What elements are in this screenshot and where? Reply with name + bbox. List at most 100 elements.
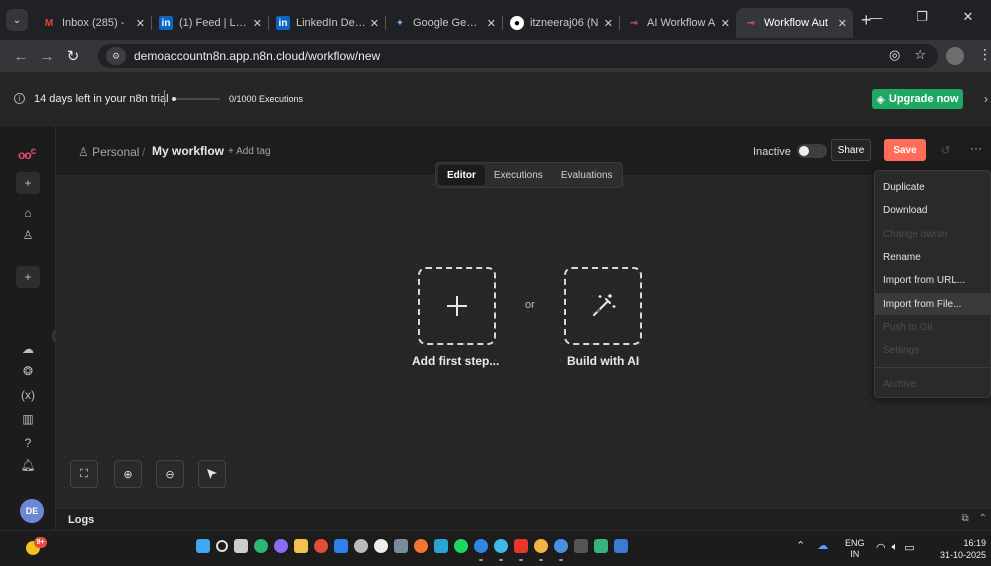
chrome-icon[interactable] — [554, 539, 568, 561]
chevron-up-icon[interactable]: ⌃ — [796, 539, 805, 552]
task-view-icon[interactable] — [234, 539, 248, 553]
browser-tab-linkedin-dev[interactable]: in LinkedIn Deve ✕ — [268, 8, 385, 38]
eye-off-icon[interactable]: ◎ — [889, 47, 900, 63]
notifications-bell-icon[interactable]: 🔔︎ — [16, 454, 40, 476]
onedrive-icon[interactable]: ☁ — [817, 539, 828, 552]
tab-executions[interactable]: Executions — [485, 165, 552, 185]
browser-tab-ai-workflow[interactable]: ⊸ AI Workflow A ✕ — [619, 8, 736, 38]
chevron-right-icon[interactable]: › — [984, 92, 988, 106]
share-button[interactable]: Share — [831, 139, 871, 161]
zoom-in-button[interactable]: ⊕ — [114, 460, 142, 488]
more-options-icon[interactable]: ··· — [970, 141, 982, 155]
quick-settings[interactable]: ◠ 🔈︎ ▭ — [876, 541, 915, 554]
browser-menu-icon[interactable]: ⋮ — [978, 46, 991, 63]
chrome-icon[interactable] — [314, 539, 328, 553]
history-icon[interactable]: ↺ — [941, 144, 950, 157]
notepad-icon[interactable] — [614, 539, 628, 553]
close-icon[interactable]: ✕ — [370, 17, 379, 30]
add-project-button[interactable]: + — [16, 266, 40, 288]
profile-avatar-icon[interactable] — [946, 47, 964, 65]
chrome-icon[interactable] — [534, 539, 548, 561]
close-icon[interactable]: ✕ — [838, 17, 847, 30]
help-icon[interactable]: ? — [16, 432, 40, 454]
bookmark-star-icon[interactable]: ☆ — [914, 47, 926, 63]
browser-tab-gemini[interactable]: ✦ Google Gemin ✕ — [385, 8, 502, 38]
browser-tab-gmail[interactable]: M Inbox (285) - ✕ — [34, 8, 151, 38]
close-icon[interactable]: ✕ — [253, 17, 262, 30]
app-icon[interactable] — [514, 539, 528, 561]
search-icon[interactable] — [216, 540, 228, 552]
workflow-name[interactable]: My workflow — [152, 144, 224, 158]
menu-item-rename[interactable]: Rename — [875, 246, 991, 268]
app-icon[interactable] — [594, 539, 608, 553]
add-first-step-button[interactable] — [418, 267, 496, 345]
reload-icon[interactable]: ↻ — [60, 47, 86, 65]
spotify-icon[interactable] — [454, 539, 468, 553]
language-indicator[interactable]: ENG IN — [845, 538, 865, 560]
restore-icon[interactable]: ❐ — [899, 9, 945, 25]
edge-icon[interactable] — [254, 539, 268, 553]
insights-icon[interactable]: ▥ — [16, 408, 40, 430]
close-icon[interactable]: ✕ — [136, 17, 145, 30]
tab-editor[interactable]: Editor — [438, 165, 485, 185]
weather-widget[interactable]: 9+ — [22, 537, 47, 559]
active-toggle[interactable] — [797, 144, 827, 158]
forward-icon[interactable]: → — [34, 48, 60, 65]
browser-tab-linkedin-feed[interactable]: in (1) Feed | Link ✕ — [151, 8, 268, 38]
close-icon[interactable]: ✕ — [604, 17, 613, 30]
close-icon[interactable]: ✕ — [487, 17, 496, 30]
app-icon[interactable] — [474, 539, 488, 561]
fit-view-button[interactable]: ⛶ — [70, 460, 98, 488]
save-button[interactable]: Save — [884, 139, 926, 161]
logs-panel-bar[interactable]: Logs ⧉ ⌃ — [56, 508, 991, 530]
workflow-canvas[interactable] — [56, 176, 991, 508]
zoom-out-button[interactable]: ⊖ — [156, 460, 184, 488]
variables-icon[interactable]: (x) — [16, 384, 40, 406]
create-button[interactable]: + — [16, 172, 40, 194]
build-with-ai-button[interactable] — [564, 267, 642, 345]
minimize-icon[interactable]: — — [853, 10, 899, 25]
app-icon[interactable] — [434, 539, 448, 553]
back-icon[interactable]: ← — [8, 48, 34, 65]
address-bar[interactable]: ⚙ demoaccountn8n.app.n8n.cloud/workflow/… — [98, 44, 938, 68]
file-explorer-icon[interactable] — [294, 539, 308, 553]
menu-item-import-from-url[interactable]: Import from URL... — [875, 269, 991, 291]
windows-start-icon[interactable] — [196, 539, 210, 553]
close-icon[interactable]: ✕ — [721, 17, 730, 30]
pop-out-icon[interactable]: ⧉ — [961, 513, 968, 524]
breadcrumb-personal[interactable]: ♙ Personal — [78, 145, 139, 159]
menu-item-download[interactable]: Download — [875, 199, 991, 221]
copilot-icon[interactable] — [274, 539, 288, 553]
clock[interactable]: 16:19 31-10-2025 — [926, 537, 986, 561]
chevron-up-icon[interactable]: ⌃ — [979, 513, 987, 524]
avatar[interactable]: DE — [20, 499, 44, 523]
tab-search-button[interactable]: ⌄ — [6, 9, 28, 31]
chrome-icon[interactable] — [494, 539, 508, 561]
tab-title: (1) Feed | Link — [179, 17, 249, 29]
home-icon[interactable]: ⌂ — [16, 202, 40, 224]
tab-evaluations[interactable]: Evaluations — [552, 165, 622, 185]
tidy-up-button[interactable] — [198, 460, 226, 488]
upgrade-now-button[interactable]: ◈ Upgrade now — [872, 89, 963, 109]
site-info-icon[interactable]: ⚙ — [106, 47, 126, 65]
menu-item-duplicate[interactable]: Duplicate — [875, 176, 991, 198]
browser-tab-github[interactable]: ● itzneeraj06 (N ✕ — [502, 8, 619, 38]
templates-icon[interactable]: ❂ — [16, 360, 40, 382]
github-desktop-icon[interactable] — [354, 539, 368, 553]
vscode-icon[interactable] — [334, 539, 348, 553]
user-icon[interactable]: ♙ — [16, 224, 40, 246]
window-close-icon[interactable]: ✕ — [945, 9, 991, 25]
terminal-icon[interactable] — [574, 539, 588, 553]
n8n-logo-icon[interactable]: ooc — [18, 146, 36, 162]
tab-title: itzneeraj06 (N — [530, 17, 599, 29]
obs-icon[interactable] — [374, 539, 388, 553]
add-tag-button[interactable]: + Add tag — [228, 146, 271, 157]
browser-tab-workflow-automation[interactable]: ⊸ Workflow Aut ✕ — [736, 8, 853, 38]
app-icon[interactable] — [414, 539, 428, 553]
tab-title: Inbox (285) - — [62, 17, 125, 29]
upgrade-label: Upgrade now — [888, 93, 959, 105]
cloud-icon[interactable]: ☁ — [16, 338, 40, 360]
app-icon[interactable] — [394, 539, 408, 553]
menu-item-import-from-file[interactable]: Import from File... — [875, 293, 991, 315]
gmail-icon: M — [44, 17, 54, 29]
